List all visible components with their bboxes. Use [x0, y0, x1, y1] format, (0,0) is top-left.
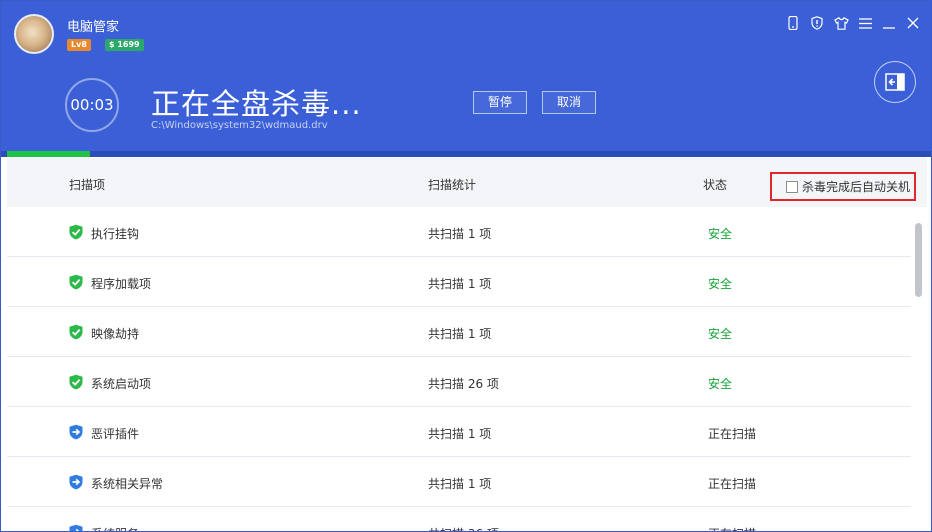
green-check-shield-icon	[68, 224, 84, 240]
column-header-stat: 扫描统计	[428, 178, 477, 192]
blue-arrow-shield-icon	[68, 524, 84, 531]
scrollbar-thumb[interactable]	[915, 223, 922, 297]
minimize-icon[interactable]	[877, 13, 901, 33]
auto-shutdown-option[interactable]: 杀毒完成后自动关机	[770, 172, 916, 201]
scan-current-path: C:\Windows\system32\wdmaud.drv	[151, 120, 328, 131]
row-item-stat: 共扫描 1 项	[428, 427, 492, 441]
row-item-stat: 共扫描 1 项	[428, 227, 492, 241]
blue-arrow-shield-icon	[68, 474, 84, 490]
menu-icon[interactable]	[853, 13, 877, 33]
table-header: 扫描项 扫描统计 状态 杀毒完成后自动关机	[7, 158, 927, 207]
blue-arrow-shield-icon	[68, 424, 84, 440]
row-item-status: 安全	[708, 277, 733, 291]
row-item-status: 正在扫描	[708, 525, 756, 531]
row-item-name: 执行挂钩	[91, 227, 140, 241]
table-row[interactable]: 系统相关异常 共扫描 1 项 正在扫描	[7, 457, 911, 507]
row-item-status: 安全	[708, 327, 733, 341]
title-bar-icons	[781, 13, 925, 33]
auto-shutdown-label: 杀毒完成后自动关机	[802, 180, 911, 194]
app-window: 电脑管家 Lv8 $ 1699 00:03 正在全盘杀毒... C:\Windo…	[0, 0, 932, 532]
auto-shutdown-checkbox[interactable]	[786, 180, 798, 193]
row-item-stat: 共扫描 36 项	[428, 525, 499, 531]
column-header-item: 扫描项	[69, 178, 106, 192]
scan-timer: 00:03	[65, 78, 119, 132]
row-item-stat: 共扫描 1 项	[428, 327, 492, 341]
header-panel: 电脑管家 Lv8 $ 1699 00:03 正在全盘杀毒... C:\Windo…	[1, 1, 931, 151]
app-title: 电脑管家	[67, 20, 120, 35]
row-item-stat: 共扫描 1 项	[428, 277, 492, 291]
scan-title: 正在全盘杀毒...	[151, 87, 362, 121]
row-item-name: 程序加载项	[91, 277, 152, 291]
row-item-status: 正在扫描	[708, 427, 757, 441]
table-row[interactable]: 程序加载项 共扫描 1 项 安全	[7, 257, 911, 307]
row-item-stat: 共扫描 1 项	[428, 477, 492, 491]
scan-progress-track	[1, 151, 931, 157]
row-item-status: 安全	[708, 377, 733, 391]
table-row[interactable]: 系统启动项 共扫描 26 项 安全	[7, 357, 911, 407]
row-item-name: 系统服务	[91, 525, 139, 531]
shield-icon[interactable]	[805, 13, 829, 33]
phone-icon[interactable]	[781, 13, 805, 33]
cancel-button[interactable]: 取消	[542, 91, 597, 114]
row-item-name: 系统相关异常	[91, 477, 164, 491]
row-item-stat: 共扫描 26 项	[428, 377, 499, 391]
scan-progress-fill	[7, 151, 90, 157]
pause-button[interactable]: 暂停	[473, 91, 528, 114]
row-item-status: 正在扫描	[708, 477, 757, 491]
row-item-name: 恶评插件	[91, 427, 140, 441]
level-badge[interactable]: Lv8	[67, 39, 91, 51]
scan-items-list: 执行挂钩 共扫描 1 项安全 程序加载项 共扫描 1 项安全 映像劫持 共扫描 1 项安全…	[7, 207, 911, 531]
row-item-status: 安全	[708, 227, 733, 241]
green-check-shield-icon	[68, 324, 84, 340]
collapse-panel-icon	[885, 73, 905, 91]
shirt-icon[interactable]	[829, 13, 853, 33]
row-item-name: 系统启动项	[91, 377, 152, 391]
row-item-name: 映像劫持	[91, 327, 140, 341]
table-row[interactable]: 执行挂钩 共扫描 1 项 安全	[7, 207, 911, 257]
collapse-panel-button[interactable]	[874, 61, 916, 103]
avatar[interactable]	[14, 14, 54, 54]
green-check-shield-icon	[68, 274, 84, 290]
close-icon[interactable]	[901, 13, 925, 33]
column-header-status: 状态	[703, 178, 728, 192]
green-check-shield-icon	[68, 374, 84, 390]
coin-badge[interactable]: $ 1699	[105, 39, 144, 51]
table-row[interactable]: 恶评插件 共扫描 1 项 正在扫描	[7, 407, 911, 457]
table-row[interactable]: 系统服务 共扫描 36 项 正在扫描	[7, 507, 911, 531]
table-row[interactable]: 映像劫持 共扫描 1 项 安全	[7, 307, 911, 357]
